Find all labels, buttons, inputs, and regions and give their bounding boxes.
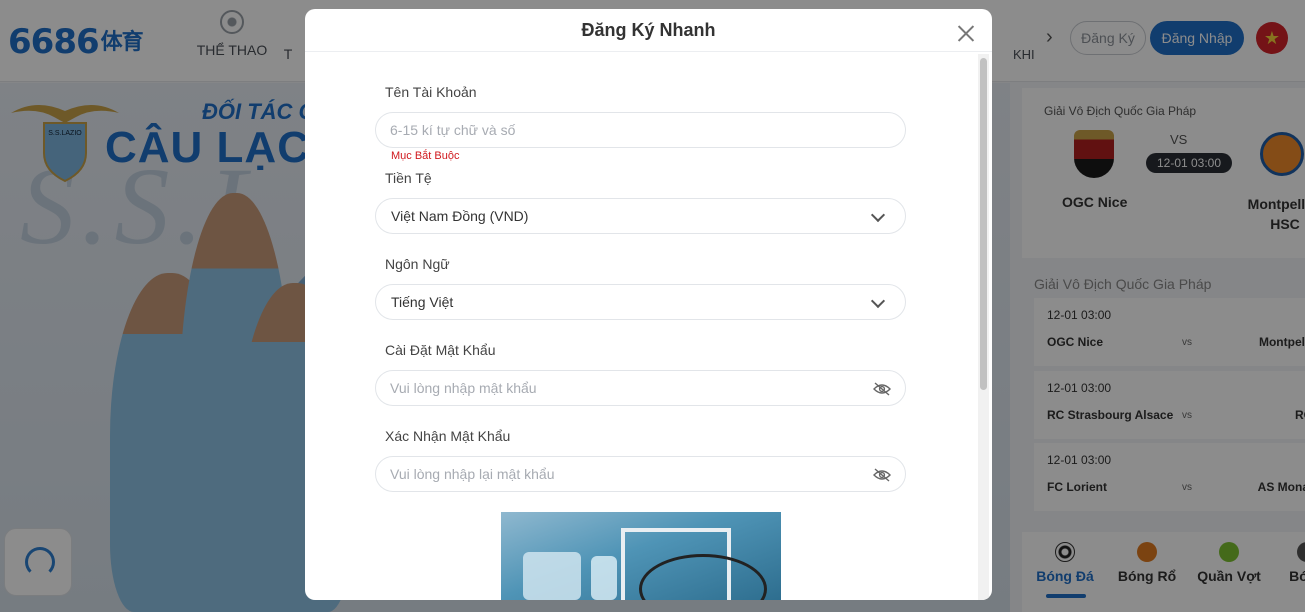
language-select[interactable]: Tiếng Việt <box>375 284 906 320</box>
puzzle-captcha-image[interactable] <box>501 512 781 600</box>
confirm-password-field[interactable] <box>375 456 906 492</box>
quick-register-modal: Đăng Ký Nhanh Tên Tài Khoản Mục Bắt Buộc… <box>305 9 992 600</box>
username-input[interactable] <box>390 113 850 147</box>
password-label: Cài Đặt Mật Khẩu <box>385 342 496 358</box>
confirm-password-label: Xác Nhận Mật Khẩu <box>385 428 511 444</box>
captcha-puzzle-piece[interactable] <box>591 556 617 600</box>
chevron-down-icon <box>870 207 886 223</box>
username-error: Mục Bắt Buộc <box>391 150 460 162</box>
eye-off-icon[interactable] <box>873 382 891 396</box>
currency-label: Tiền Tệ <box>385 170 432 186</box>
password-input[interactable] <box>390 371 850 405</box>
modal-scrollbar[interactable] <box>978 54 989 600</box>
captcha-slot <box>523 552 581 600</box>
password-field[interactable] <box>375 370 906 406</box>
confirm-password-input[interactable] <box>390 457 850 491</box>
language-value: Tiếng Việt <box>391 294 454 310</box>
chevron-down-icon <box>870 293 886 309</box>
language-label: Ngôn Ngữ <box>385 256 450 272</box>
scrollbar-thumb[interactable] <box>980 58 987 390</box>
username-field[interactable] <box>375 112 906 148</box>
close-icon[interactable] <box>956 23 976 43</box>
modal-title: Đăng Ký Nhanh <box>581 20 716 40</box>
username-label: Tên Tài Khoản <box>385 84 477 100</box>
modal-header: Đăng Ký Nhanh <box>305 9 992 52</box>
currency-value: Việt Nam Đồng (VND) <box>391 208 529 224</box>
eye-off-icon[interactable] <box>873 468 891 482</box>
currency-select[interactable]: Việt Nam Đồng (VND) <box>375 198 906 234</box>
